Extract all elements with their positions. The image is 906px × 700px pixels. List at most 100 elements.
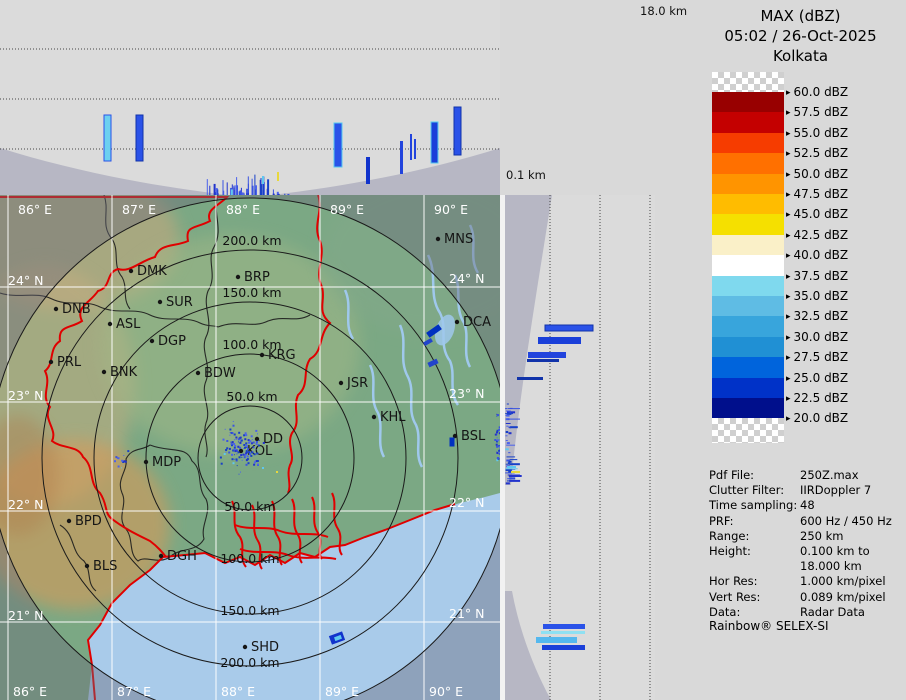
legend-tick-label: ▸60.0 dBZ [786,84,848,101]
panel-header: MAX (dBZ) 05:02 / 26-Oct-2025 Kolkata [695,6,906,66]
legend-tick-label: ▸40.0 dBZ [786,247,848,264]
legend-tick-label: ▸37.5 dBZ [786,268,848,285]
legend-band [712,337,784,358]
city-label: BSL [461,429,486,444]
legend-tick-label: ▸32.5 dBZ [786,308,848,325]
svg-text:86° E: 86° E [18,202,52,217]
city-label: BDW [204,366,236,381]
station-name: Kolkata [695,46,906,66]
svg-text:150.0 km: 150.0 km [222,285,281,300]
city-label: BLS [93,559,117,574]
legend-band [712,378,784,399]
svg-text:86° E: 86° E [13,684,47,699]
legend-tick-label: ▸57.5 dBZ [786,104,848,121]
svg-text:200.0 km: 200.0 km [220,655,279,670]
city-label: JSR [346,376,368,391]
svg-text:87° E: 87° E [117,684,151,699]
metadata-row: Time sampling:48 [655,498,906,513]
metadata-row: PRF:600 Hz / 450 Hz [655,514,906,529]
tick-arrow-icon: ▸ [786,414,791,424]
city-label: PRL [57,355,82,370]
svg-text:89° E: 89° E [325,684,359,699]
legend-checker-top [712,72,784,92]
legend-band [712,133,784,154]
svg-text:50.0 km: 50.0 km [226,389,277,404]
tick-arrow-icon: ▸ [786,251,791,261]
tick-arrow-icon: ▸ [786,129,791,139]
legend-tick-label: ▸27.5 dBZ [786,349,848,366]
svg-text:22° N: 22° N [8,497,43,512]
legend-tick-label: ▸47.5 dBZ [786,186,848,203]
metadata-row: Data:Radar Data [655,605,906,620]
legend-band [712,214,784,235]
tick-arrow-icon: ▸ [786,272,791,282]
max-height-axis-label: 18.0 km [640,4,687,18]
legend-band [712,316,784,337]
min-height-axis-label: 0.1 km [506,168,546,182]
software-brand: Rainbow® SELEX-SI [709,619,829,633]
tick-arrow-icon: ▸ [786,394,791,404]
svg-text:87° E: 87° E [122,202,156,217]
city-label: DGH [167,549,197,564]
height-gridlines [0,49,500,149]
city-label: BPD [75,514,102,529]
city-label: KRG [268,348,296,363]
metadata-row: Pdf File:250Z.max [655,468,906,483]
city-label: DNB [62,302,91,317]
svg-text:90° E: 90° E [429,684,463,699]
legend-tick-label: ▸55.0 dBZ [786,125,848,142]
legend-tick-label: ▸30.0 dBZ [786,329,848,346]
legend-tick-label: ▸45.0 dBZ [786,206,848,223]
svg-text:22° N: 22° N [449,495,484,510]
legend-tick-label: ▸50.0 dBZ [786,166,848,183]
legend-checker-bottom [712,418,784,443]
legend-band [712,194,784,215]
city-label: SHD [251,640,279,655]
legend-band [712,112,784,133]
svg-text:21° N: 21° N [8,608,43,623]
metadata-row: Hor Res:1.000 km/pixel [655,574,906,589]
metadata-row: Height:0.100 km to [655,544,906,559]
tick-arrow-icon: ▸ [786,333,791,343]
radar-map-view[interactable]: 50.0 km50.0 km100.0 km100.0 km150.0 km15… [0,195,500,700]
svg-text:100.0 km: 100.0 km [220,551,279,566]
legend-tick-label: ▸22.5 dBZ [786,390,848,407]
city-label: DMK [137,264,167,279]
metadata-row: 18.000 km [655,559,906,574]
tick-arrow-icon: ▸ [786,312,791,322]
legend-band [712,174,784,195]
ns-height-profile [505,195,655,700]
svg-text:88° E: 88° E [221,684,255,699]
ew-height-profile [0,0,500,195]
tick-arrow-icon: ▸ [786,292,791,302]
legend-band [712,255,784,276]
legend-band [712,357,784,378]
svg-text:23° N: 23° N [449,386,484,401]
metadata-row: Vert Res:0.089 km/pixel [655,590,906,605]
tick-arrow-icon: ▸ [786,149,791,159]
legend-tick-label: ▸25.0 dBZ [786,370,848,387]
svg-text:24° N: 24° N [8,273,43,288]
city-label: ASL [116,317,141,332]
tick-arrow-icon: ▸ [786,353,791,363]
city-label: SUR [166,295,193,310]
beam-blind-wedges [0,148,500,195]
legend-band [712,296,784,317]
legend-tick-label: ▸52.5 dBZ [786,145,848,162]
svg-text:90° E: 90° E [434,202,468,217]
tick-arrow-icon: ▸ [786,108,791,118]
city-label: BRP [244,270,270,285]
legend-band [712,235,784,256]
legend-tick-label: ▸35.0 dBZ [786,288,848,305]
legend-tick-label: ▸20.0 dBZ [786,410,848,427]
legend-band [712,92,784,113]
metadata-row: Range:250 km [655,529,906,544]
product-title: MAX (dBZ) [695,6,906,26]
legend-band [712,398,784,419]
svg-text:89° E: 89° E [330,202,364,217]
svg-text:200.0 km: 200.0 km [222,233,281,248]
radar-display-window: 50.0 km50.0 km100.0 km100.0 km150.0 km15… [0,0,906,700]
tick-arrow-icon: ▸ [786,374,791,384]
city-label: DGP [158,334,186,349]
svg-text:88° E: 88° E [226,202,260,217]
